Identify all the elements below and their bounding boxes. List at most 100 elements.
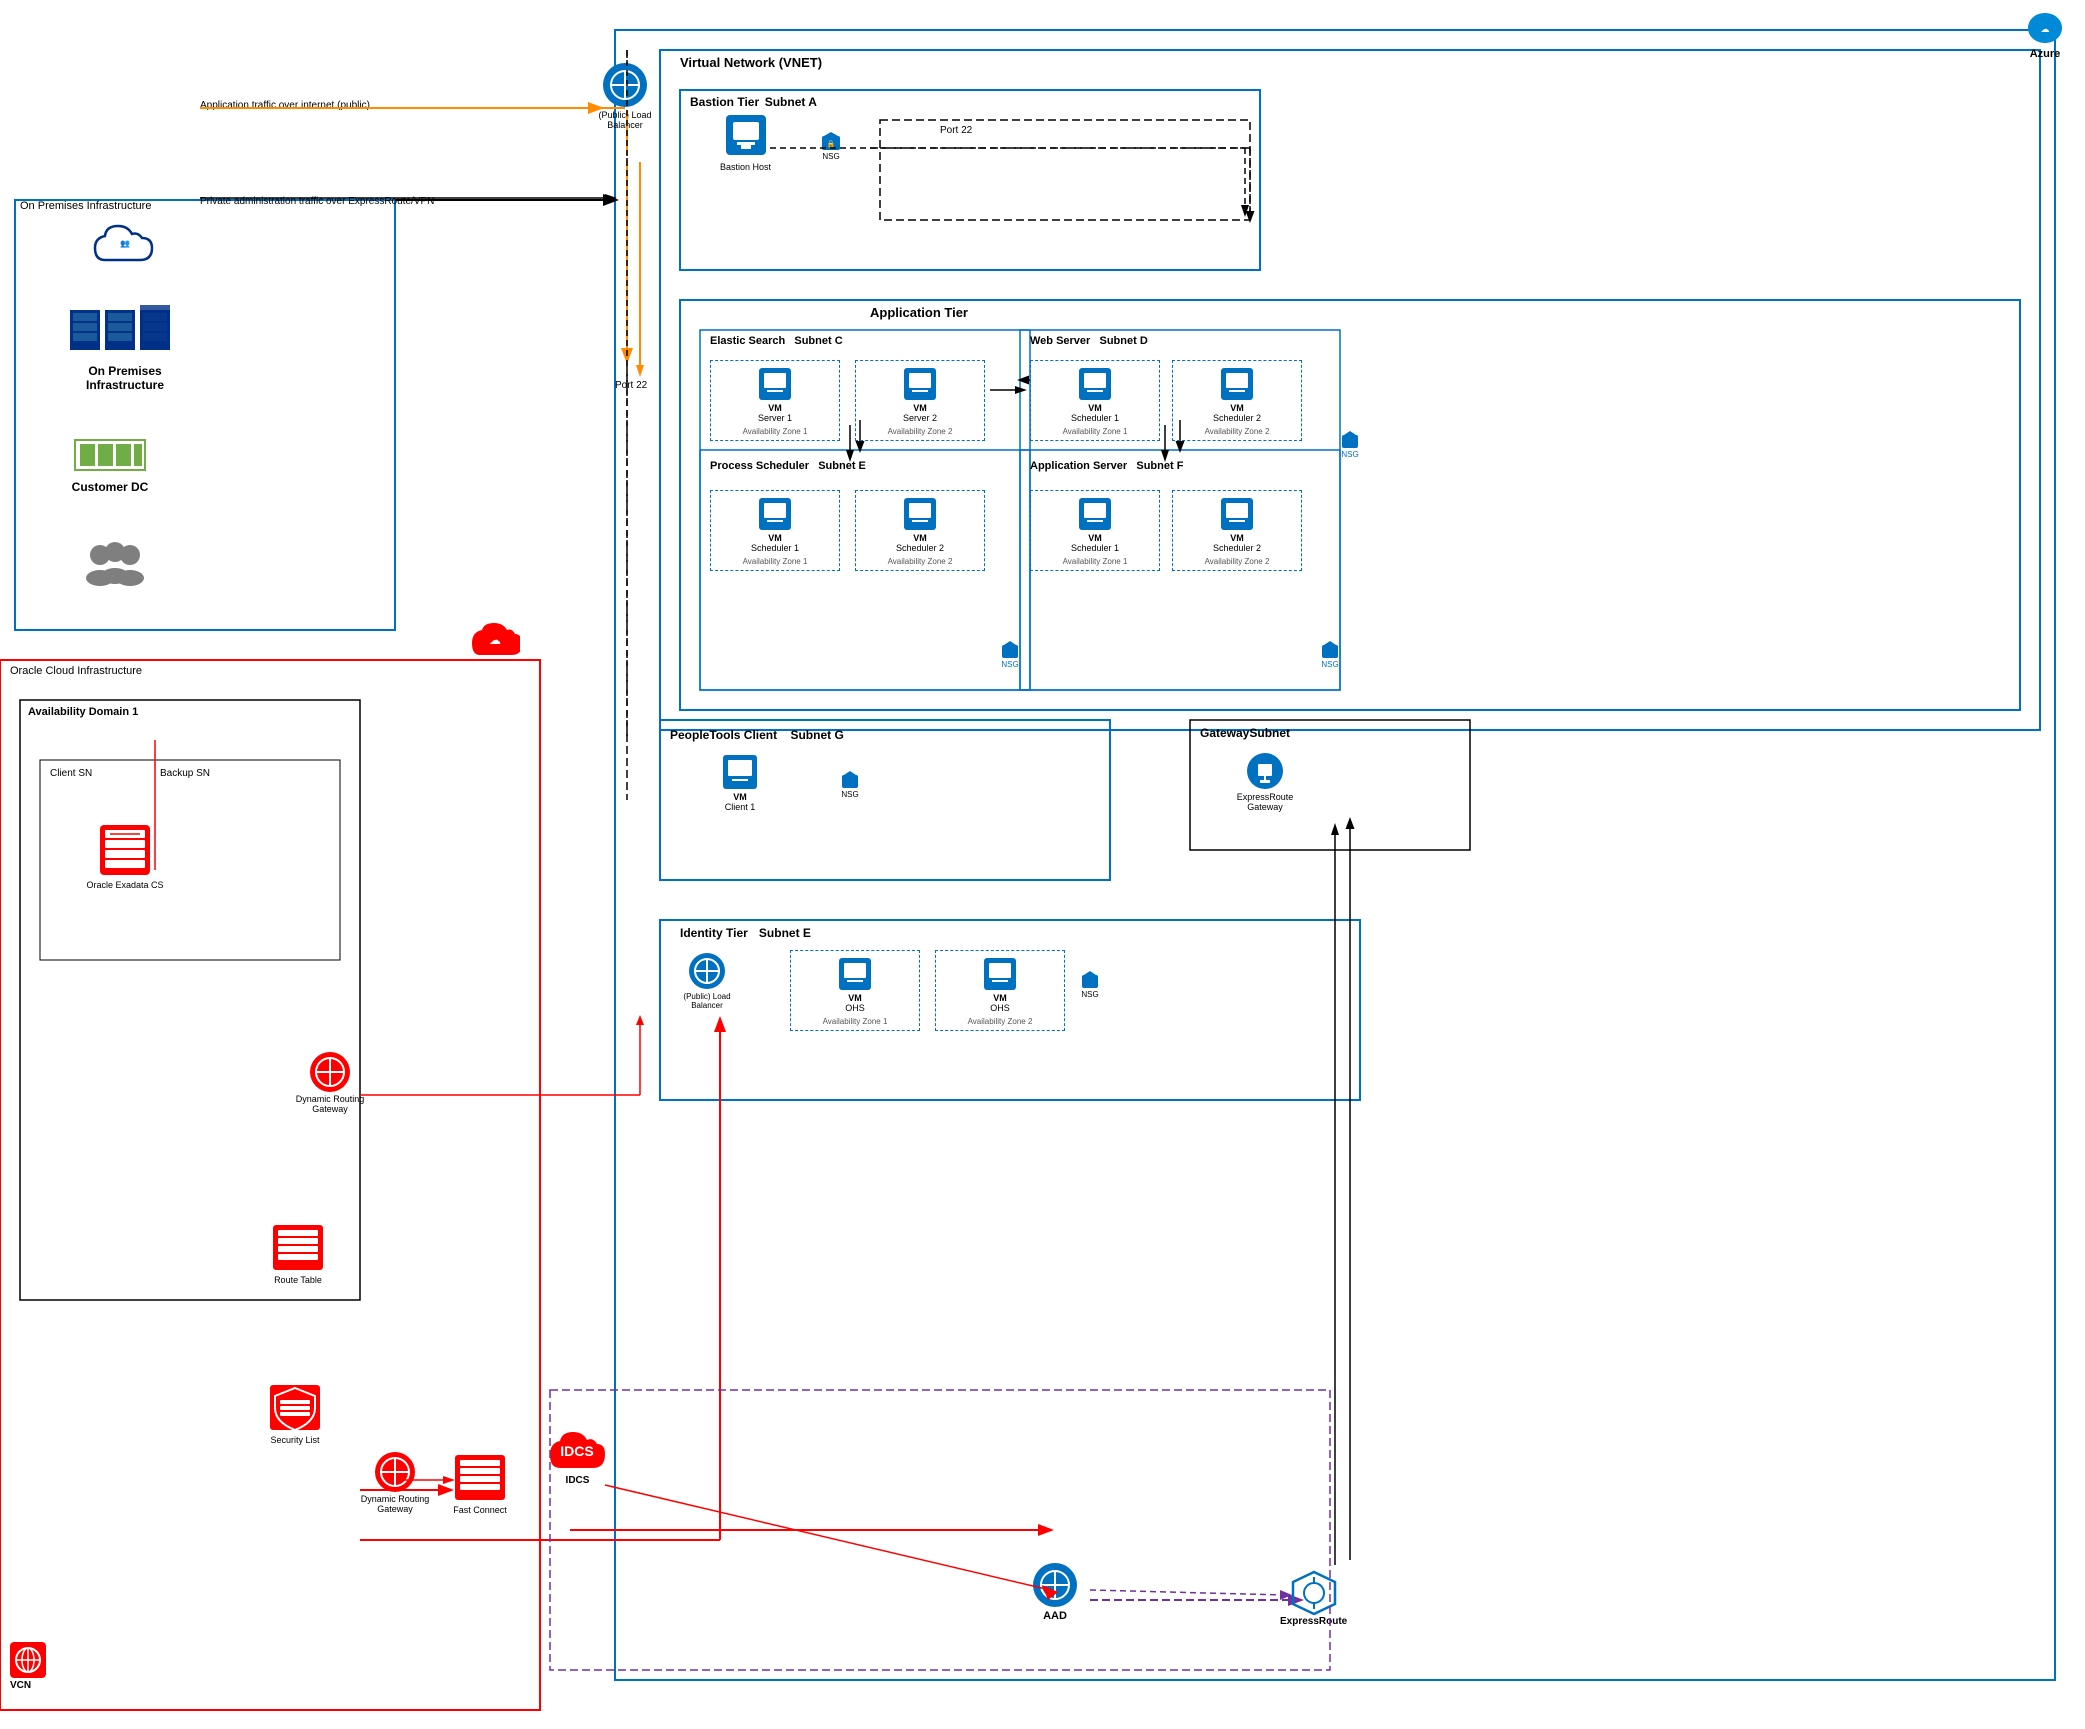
- gateway-subnet-label: GatewaySubnet: [1200, 726, 1290, 740]
- fast-connect-icon: [450, 1450, 510, 1505]
- public-traffic-label: Application traffic over internet (publi…: [200, 100, 370, 111]
- nsg-icon-app2: [1000, 640, 1020, 660]
- oci-cloud-icon: ☁: [470, 620, 520, 660]
- bastion-host-label: Bastion Host: [720, 162, 771, 172]
- port22-label: Port 22: [940, 125, 972, 136]
- sched2-web-label: Scheduler 2: [1213, 413, 1261, 423]
- vm-icon-sched1-web: [1076, 365, 1114, 403]
- vm-server2: VM Server 2: [860, 365, 980, 423]
- identity-tier-label: Identity Tier Subnet E: [680, 926, 811, 940]
- expressroute-icon-svg: [1291, 1570, 1337, 1616]
- vm-sched2-appserver: VM Scheduler 2: [1177, 495, 1297, 553]
- bastion-tier-label: Bastion Tier Subnet A: [690, 95, 817, 109]
- svg-text:☁: ☁: [489, 633, 501, 647]
- vcn-icon: [8, 1640, 48, 1680]
- vm-server1-box: VM Server 1 Availability Zone 1: [710, 360, 840, 441]
- process-scheduler-label: Process Scheduler Subnet E: [710, 460, 866, 472]
- svg-text:☁: ☁: [2041, 24, 2050, 34]
- aad-icon: AAD: [1030, 1560, 1080, 1622]
- vcn-network-icon: [8, 1640, 48, 1680]
- azure-label: ☁ Azure: [2025, 8, 2065, 60]
- vm-icon-sched1-proc: [756, 495, 794, 533]
- vm-ohs2: VM OHS: [940, 955, 1060, 1013]
- on-premises-label: On Premises Infrastructure: [20, 200, 151, 212]
- customer-dc: Customer DC: [70, 430, 150, 494]
- drg-icon-bottom: [373, 1450, 417, 1494]
- expressroute-gateway: ExpressRoute Gateway: [1220, 750, 1310, 812]
- public-lb-icon: [600, 60, 650, 110]
- svg-text:👥: 👥: [120, 239, 130, 248]
- nsg-icon-app3: [1320, 640, 1340, 660]
- port22-side-label: Port 22: [615, 380, 647, 391]
- vm-sched1-process-box: VM Scheduler 1 Availability Zone 1: [710, 490, 840, 571]
- identity-nsg: NSG: [1080, 970, 1100, 999]
- sched1-web-label: Scheduler 1: [1071, 413, 1119, 423]
- app-tier-nsg2: NSG: [1000, 640, 1020, 669]
- vm-sched1-webserver-box: VM Scheduler 1 Availability Zone 1: [1030, 360, 1160, 441]
- on-premises-cloud: 👥: [90, 220, 160, 275]
- vnet-label: Virtual Network (VNET): [680, 55, 822, 70]
- security-list-icon: [265, 1380, 325, 1435]
- vm-icon-sched2-proc: [901, 495, 939, 533]
- vm-server2-box: VM Server 2 Availability Zone 2: [855, 360, 985, 441]
- nsg-icon-peopletools: [840, 770, 860, 790]
- az1-sched1-web: Availability Zone 1: [1035, 427, 1155, 436]
- exadata-icon: [90, 820, 160, 880]
- backup-sn-label: Backup SN: [160, 768, 210, 779]
- route-table: Route Table: [268, 1220, 328, 1285]
- vm-sched1-appserver: VM Scheduler 1: [1035, 495, 1155, 553]
- customer-dc-icon: [70, 430, 150, 480]
- server1-label: Server 1: [758, 413, 792, 423]
- vm-icon-sched2-web: [1218, 365, 1256, 403]
- fast-connect: Fast Connect: [450, 1450, 510, 1515]
- vm-label-server1: VM: [768, 403, 782, 413]
- drg-bottom: Dynamic Routing Gateway: [345, 1450, 445, 1514]
- on-premises-servers: On PremisesInfrastructure: [50, 300, 200, 392]
- vm-sched1-appserver-box: VM Scheduler 1 Availability Zone 1: [1030, 490, 1160, 571]
- webserver-label: Web Server Subnet D: [1030, 335, 1148, 347]
- vm-sched2-process-box: VM Scheduler 2 Availability Zone 2: [855, 490, 985, 571]
- vm-icon-bastion: [721, 110, 771, 160]
- drg-icon-top: [308, 1050, 352, 1094]
- app-tier-label: Application Tier: [870, 305, 968, 320]
- users-group-icon: [80, 540, 150, 590]
- identity-lb-icon: [686, 950, 728, 992]
- idcs-cloud-icon: IDCS: [545, 1420, 610, 1475]
- expressroute-icon: ExpressRoute: [1280, 1570, 1347, 1627]
- svg-text:🔒: 🔒: [827, 140, 836, 148]
- app-tier-nsg: NSG: [1340, 430, 1360, 459]
- oracle-exadata: Oracle Exadata CS: [80, 820, 170, 890]
- vm-icon-client1: [720, 752, 760, 792]
- svg-text:IDCS: IDCS: [560, 1443, 593, 1459]
- drg-top: Dynamic Routing Gateway: [280, 1050, 380, 1114]
- azure-cloud-icon: ☁: [2025, 8, 2065, 48]
- public-lb-main: (Public) Load Balancer: [590, 60, 660, 130]
- security-list: Security List: [265, 1380, 325, 1445]
- vm-ohs2-box: VM OHS Availability Zone 2: [935, 950, 1065, 1031]
- route-table-icon: [268, 1220, 328, 1275]
- vm-label-server2: VM: [913, 403, 927, 413]
- bastion-host-container: Bastion Host: [720, 110, 771, 172]
- vm-icon-server1: [756, 365, 794, 403]
- vm-sched1-web-vmlabel: VM: [1088, 403, 1102, 413]
- vcn-label: VCN: [10, 1680, 31, 1691]
- vm-sched2-webserver-box: VM Scheduler 2 Availability Zone 2: [1172, 360, 1302, 441]
- oci-cloud-icon-top: ☁: [470, 620, 520, 660]
- vm-server1: VM Server 1: [715, 365, 835, 423]
- arrows-overlay: [0, 0, 2085, 1729]
- private-admin-label: Private administration traffic over Expr…: [200, 196, 434, 207]
- az2-server2: Availability Zone 2: [860, 427, 980, 436]
- vm-icon-ohs2: [981, 955, 1019, 993]
- az1-server1: Availability Zone 1: [715, 427, 835, 436]
- az2-sched2-web: Availability Zone 2: [1177, 427, 1297, 436]
- vm-sched1-webserver: VM Scheduler 1: [1035, 365, 1155, 423]
- aad-icon-svg: [1030, 1560, 1080, 1610]
- servers-icon-onprem: [65, 300, 185, 360]
- nsg-icon-app: [1340, 430, 1360, 450]
- vm-icon-sched2-app: [1218, 495, 1256, 533]
- vm-ohs1-box: VM OHS Availability Zone 1: [790, 950, 920, 1031]
- nsg-icon-bastion: 🔒: [820, 130, 842, 152]
- bastion-nsg: 🔒 NSG: [820, 130, 842, 161]
- identity-lb: (Public) Load Balancer: [672, 950, 742, 1010]
- vm-icon-sched1-app: [1076, 495, 1114, 533]
